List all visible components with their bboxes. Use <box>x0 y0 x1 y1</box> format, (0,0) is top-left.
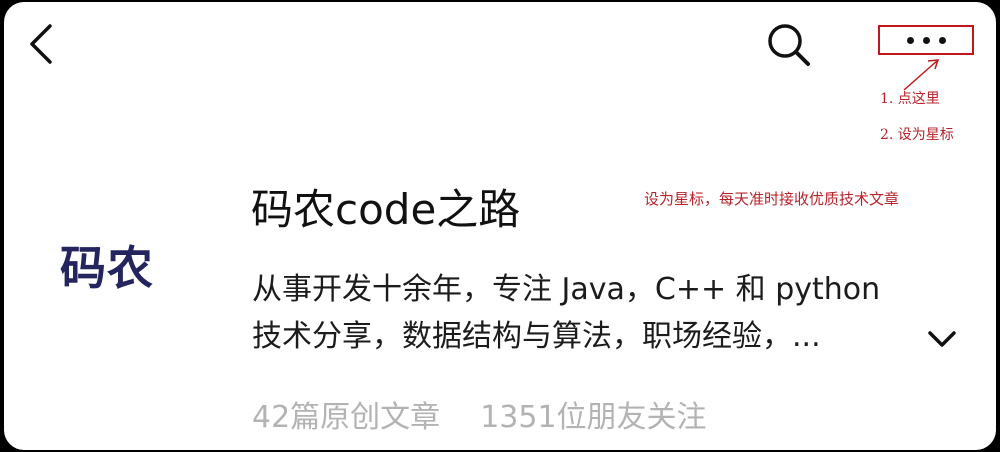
account-stats: 42篇原创文章 1351位朋友关注 <box>252 392 707 436</box>
more-dot <box>906 36 914 44</box>
account-logo: 码农 <box>60 241 154 295</box>
account-description: 从事开发十余年，专注 Java，C++ 和 python 技术分享，数据结构与算… <box>252 266 972 360</box>
follower-count: 1351位朋友关注 <box>480 400 707 435</box>
annotation-step1: 1. 点这里 <box>880 91 940 107</box>
search-icon[interactable] <box>764 20 814 70</box>
annotation-step2: 2. 设为星标 <box>880 127 954 143</box>
chevron-down-icon[interactable] <box>924 327 960 351</box>
account-name: 码农code之路 <box>251 185 521 234</box>
more-dot <box>922 36 930 44</box>
description-line-2: 技术分享，数据结构与算法，职场经验，... <box>252 319 821 354</box>
article-count: 42篇原创文章 <box>252 400 441 435</box>
description-line-1: 从事开发十余年，专注 Java，C++ 和 python <box>252 272 881 307</box>
chevron-left-icon[interactable] <box>26 22 56 66</box>
annotation-tip: 设为星标，每天准时接收优质技术文章 <box>644 190 900 208</box>
more-button[interactable] <box>878 25 974 55</box>
more-dot <box>938 36 946 44</box>
profile-card: 1. 点这里 2. 设为星标 设为星标，每天准时接收优质技术文章 码农 码农co… <box>4 2 996 450</box>
